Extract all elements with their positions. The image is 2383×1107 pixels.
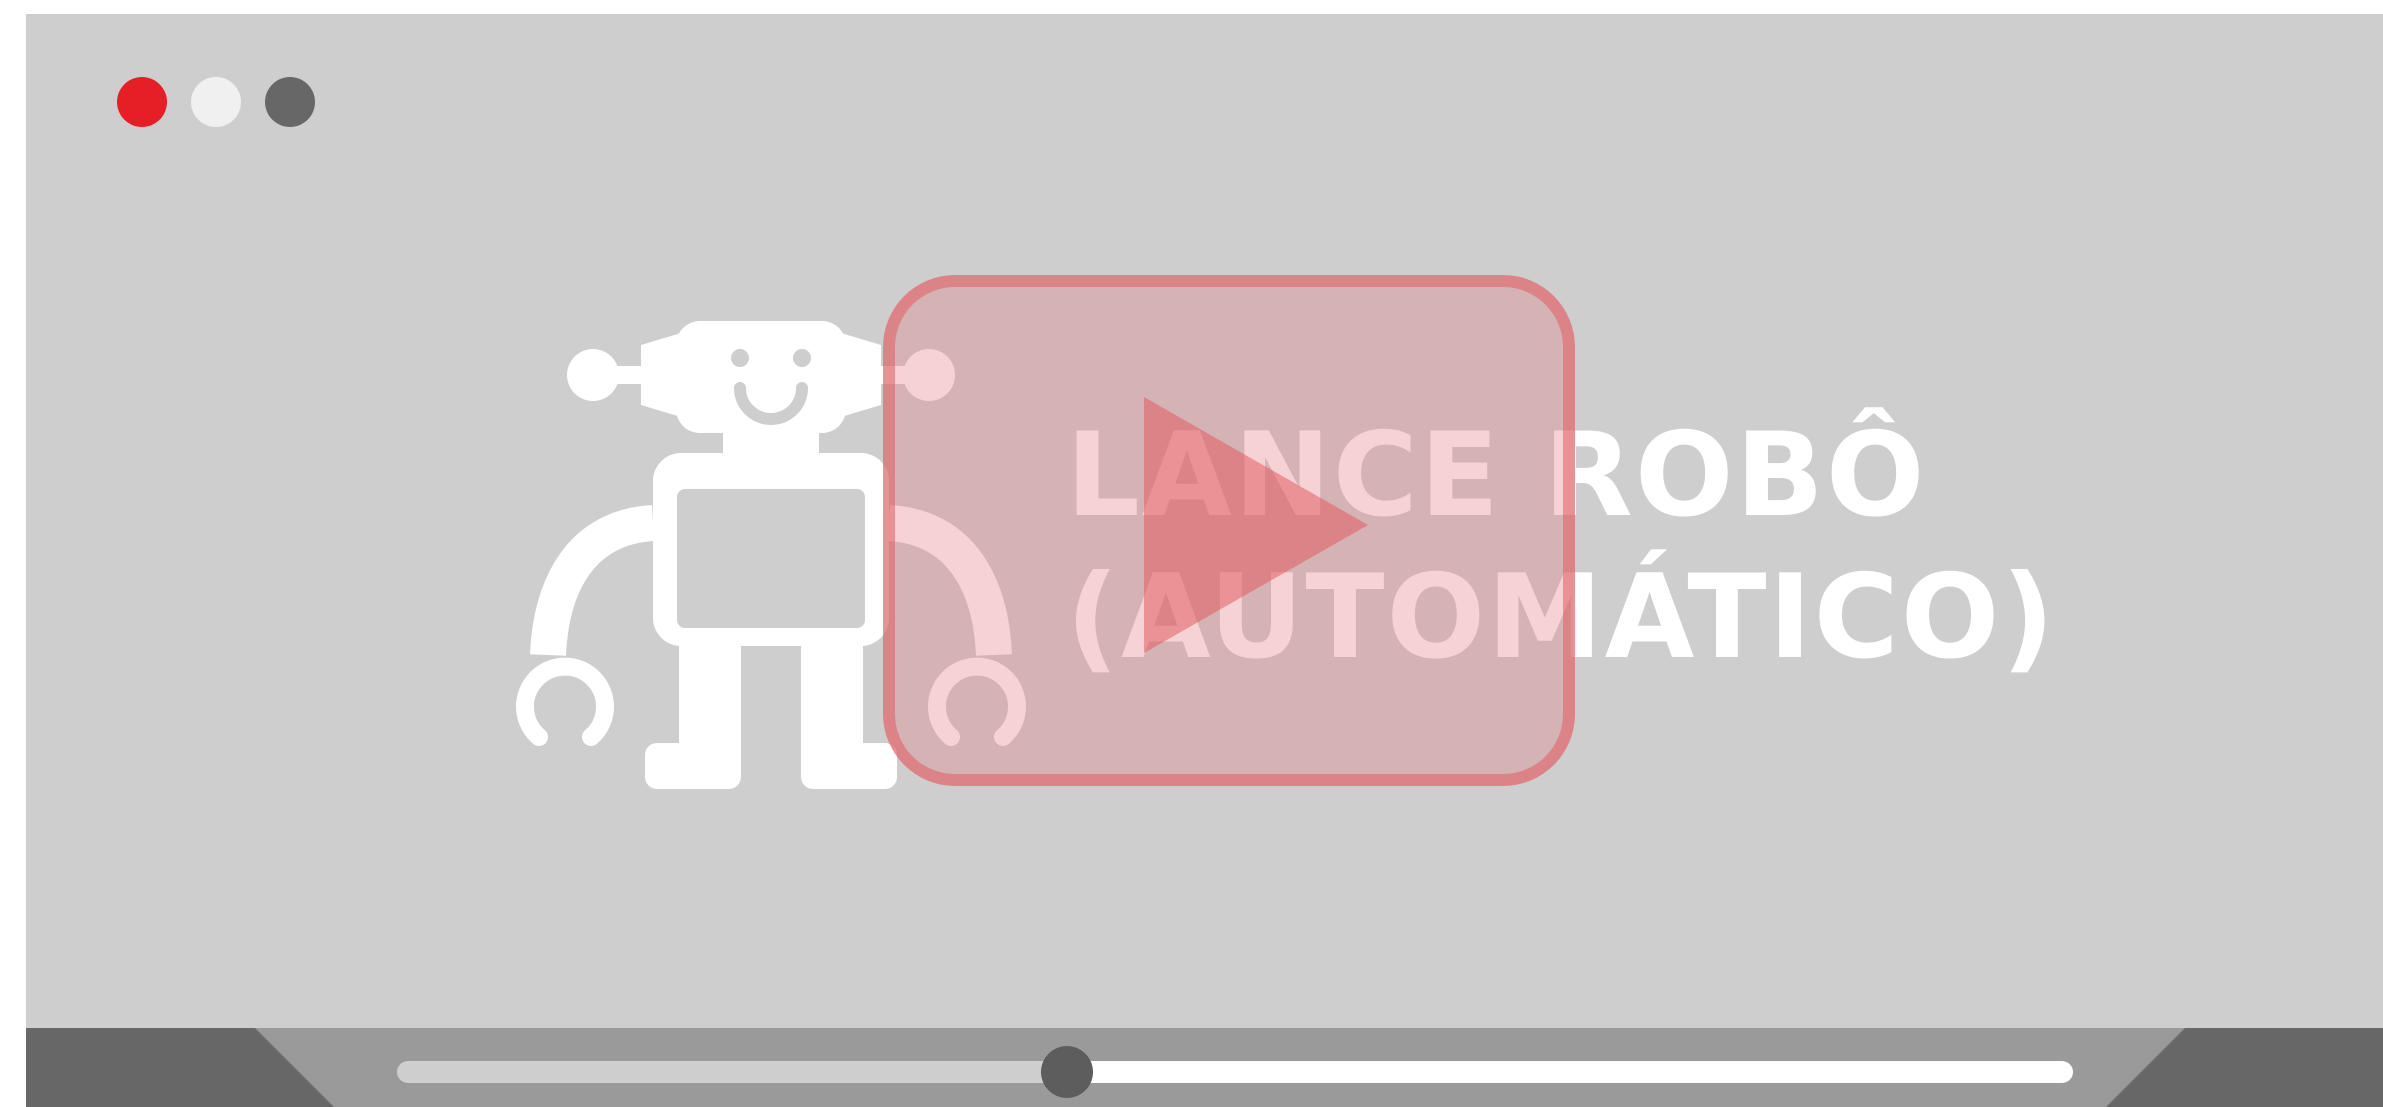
minimize-button[interactable] [191,77,241,127]
window-controls [117,77,315,127]
video-player: LANCE ROBÔ (AUTOMÁTICO) [26,14,2383,1107]
maximize-button[interactable] [265,77,315,127]
play-icon [1144,397,1368,653]
scrubber-handle[interactable] [1041,1046,1093,1098]
progress-played [397,1061,1077,1083]
progress-bar[interactable] [397,1046,2073,1098]
progress-remaining [1047,1061,2073,1083]
play-button[interactable] [883,275,1575,786]
close-button[interactable] [117,77,167,127]
